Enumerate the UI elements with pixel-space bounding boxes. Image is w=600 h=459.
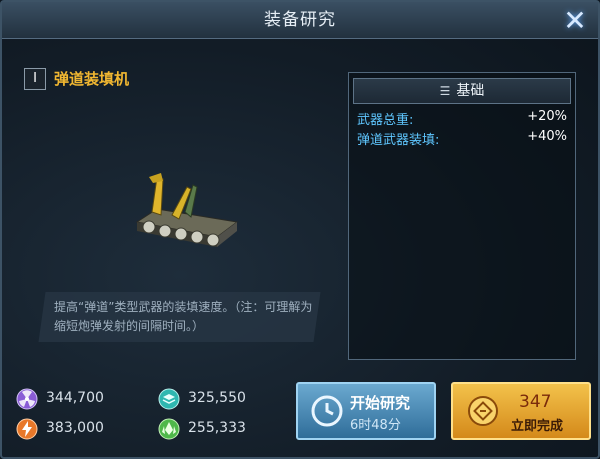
crystal-icon: [158, 418, 180, 440]
start-research-label: 开始研究: [350, 394, 411, 412]
instant-complete-label: 立即完成: [511, 419, 564, 434]
research-window: 装备研究 ✕ I 弹道装填机 提高“弹道”类型武器的装填速度。（注：可理解为缩短…: [0, 0, 600, 459]
research-time: 6时48分: [350, 418, 401, 433]
stats-panel: ☰ 基础 武器总重: +20% 弹道武器装填: +40%: [348, 72, 576, 360]
resource-radiation: 344,700: [16, 388, 146, 412]
stats-header-label: 基础: [456, 83, 485, 99]
item-description: 提高“弹道”类型武器的装填速度。（注：可理解为缩短炮弹发射的间隔时间。）: [54, 300, 313, 333]
timer-icon: [311, 395, 343, 427]
tier-badge: I: [24, 68, 46, 90]
radiation-icon: [16, 388, 38, 410]
start-research-button[interactable]: 开始研究 6时48分: [296, 382, 436, 440]
energy-icon: [16, 418, 38, 440]
resource-value: 344,700: [46, 390, 104, 406]
stat-label: 武器总重:: [357, 113, 414, 128]
resource-value: 325,550: [188, 390, 246, 406]
instant-complete-cost: 347: [519, 392, 552, 412]
stat-label: 弹道武器装填:: [357, 133, 440, 148]
stat-row: 武器总重: +20%: [357, 109, 567, 129]
stat-value: +40%: [527, 129, 567, 144]
title-bar: 装备研究 ✕: [2, 2, 598, 39]
loader-unit-image: [135, 173, 239, 247]
gold-coin-icon: [468, 396, 498, 426]
list-icon: ☰: [439, 84, 451, 98]
close-icon[interactable]: ✕: [558, 6, 592, 36]
resource-crystal: 255,333: [158, 418, 288, 442]
stats-header: ☰ 基础: [353, 78, 571, 104]
resource-layers: 325,550: [158, 388, 288, 412]
resource-value: 383,000: [46, 420, 104, 436]
layers-icon: [158, 388, 180, 410]
stat-row: 弹道武器装填: +40%: [357, 129, 567, 149]
window-title: 装备研究: [264, 10, 336, 30]
resource-energy: 383,000: [16, 418, 146, 442]
item-name: 弹道装填机: [54, 70, 130, 88]
stat-value: +20%: [527, 109, 567, 124]
resource-value: 255,333: [188, 420, 246, 436]
instant-complete-button[interactable]: 347 立即完成: [451, 382, 591, 440]
